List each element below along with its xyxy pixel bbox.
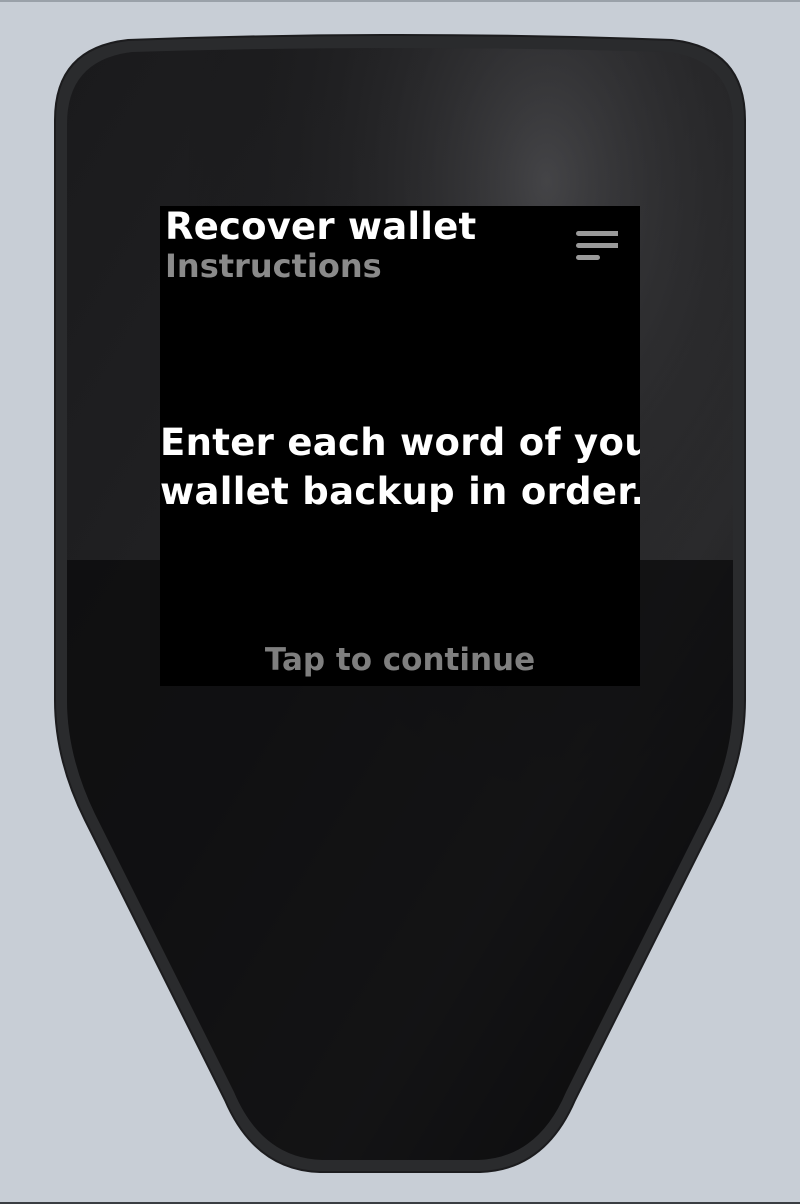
tap-to-continue-button[interactable]: Tap to continue xyxy=(160,640,640,680)
menu-icon xyxy=(576,231,618,260)
instruction-line-1: Enter each word of your xyxy=(160,421,640,464)
instruction-message: Enter each word of your wallet backup in… xyxy=(160,418,640,516)
page-title: Recover wallet xyxy=(165,206,477,248)
menu-button[interactable] xyxy=(564,224,624,274)
device-screen[interactable]: Recover wallet Instructions Enter each w… xyxy=(160,206,640,686)
page-subtitle: Instructions xyxy=(165,247,382,285)
instruction-line-2: wallet backup in order. xyxy=(160,470,640,513)
